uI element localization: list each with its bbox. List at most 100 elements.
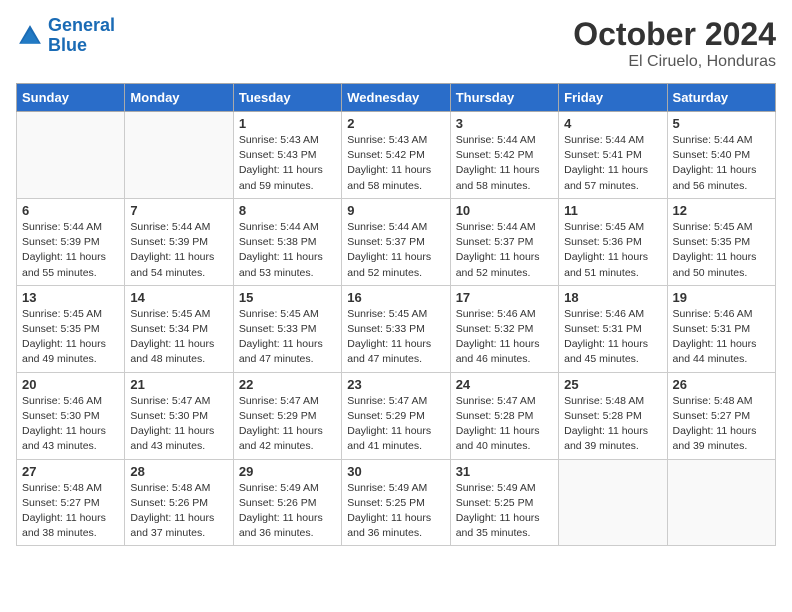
day-number: 1 <box>239 116 336 131</box>
calendar-day-cell: 25 Sunrise: 5:48 AMSunset: 5:28 PMDayligh… <box>559 372 667 459</box>
day-number: 10 <box>456 203 553 218</box>
day-info: Sunrise: 5:44 AMSunset: 5:37 PMDaylight:… <box>347 220 444 281</box>
day-info: Sunrise: 5:47 AMSunset: 5:29 PMDaylight:… <box>347 394 444 455</box>
day-number: 14 <box>130 290 227 305</box>
day-number: 5 <box>673 116 770 131</box>
calendar-day-cell: 17 Sunrise: 5:46 AMSunset: 5:32 PMDayligh… <box>450 285 558 372</box>
day-number: 23 <box>347 377 444 392</box>
calendar-day-cell: 6 Sunrise: 5:44 AMSunset: 5:39 PMDaylight… <box>17 198 125 285</box>
page-header: General Blue October 2024 El Ciruelo, Ho… <box>16 16 776 71</box>
day-info: Sunrise: 5:47 AMSunset: 5:29 PMDaylight:… <box>239 394 336 455</box>
day-info: Sunrise: 5:49 AMSunset: 5:25 PMDaylight:… <box>456 481 553 542</box>
day-info: Sunrise: 5:48 AMSunset: 5:27 PMDaylight:… <box>22 481 119 542</box>
calendar-day-cell: 24Sunrise: 5:47 AMSunset: 5:28 PMDayligh… <box>450 372 558 459</box>
logo-text: General Blue <box>48 16 115 56</box>
calendar-day-cell: 14 Sunrise: 5:45 AMSunset: 5:34 PMDayligh… <box>125 285 233 372</box>
day-info: Sunrise: 5:45 AMSunset: 5:33 PMDaylight:… <box>239 307 336 368</box>
calendar-day-cell: 28Sunrise: 5:48 AMSunset: 5:26 PMDayligh… <box>125 459 233 546</box>
calendar-day-cell: 12Sunrise: 5:45 AMSunset: 5:35 PMDayligh… <box>667 198 775 285</box>
calendar-day-cell: 8 Sunrise: 5:44 AMSunset: 5:38 PMDaylight… <box>233 198 341 285</box>
calendar-day-cell: 18 Sunrise: 5:46 AMSunset: 5:31 PMDayligh… <box>559 285 667 372</box>
day-number: 30 <box>347 464 444 479</box>
day-number: 24 <box>456 377 553 392</box>
calendar-day-cell: 9Sunrise: 5:44 AMSunset: 5:37 PMDaylight… <box>342 198 450 285</box>
day-info: Sunrise: 5:44 AMSunset: 5:40 PMDaylight:… <box>673 133 770 194</box>
day-info: Sunrise: 5:46 AMSunset: 5:32 PMDaylight:… <box>456 307 553 368</box>
logo-line1: General <box>48 15 115 35</box>
day-info: Sunrise: 5:46 AMSunset: 5:31 PMDaylight:… <box>673 307 770 368</box>
day-of-week-header: Friday <box>559 84 667 112</box>
calendar-day-cell <box>559 459 667 546</box>
calendar-day-cell <box>17 112 125 199</box>
calendar-day-cell: 23 Sunrise: 5:47 AMSunset: 5:29 PMDayligh… <box>342 372 450 459</box>
logo-line2: Blue <box>48 35 87 55</box>
day-number: 13 <box>22 290 119 305</box>
calendar-day-cell: 22 Sunrise: 5:47 AMSunset: 5:29 PMDayligh… <box>233 372 341 459</box>
day-number: 31 <box>456 464 553 479</box>
calendar-day-cell <box>125 112 233 199</box>
calendar-day-cell: 29 Sunrise: 5:49 AMSunset: 5:26 PMDayligh… <box>233 459 341 546</box>
calendar-day-cell: 2Sunrise: 5:43 AMSunset: 5:42 PMDaylight… <box>342 112 450 199</box>
day-number: 22 <box>239 377 336 392</box>
calendar-body: 1 Sunrise: 5:43 AMSunset: 5:43 PMDaylight… <box>17 112 776 546</box>
calendar-day-cell: 5 Sunrise: 5:44 AMSunset: 5:40 PMDaylight… <box>667 112 775 199</box>
calendar-day-cell: 3 Sunrise: 5:44 AMSunset: 5:42 PMDaylight… <box>450 112 558 199</box>
calendar-day-cell: 31 Sunrise: 5:49 AMSunset: 5:25 PMDayligh… <box>450 459 558 546</box>
calendar-week-row: 1 Sunrise: 5:43 AMSunset: 5:43 PMDaylight… <box>17 112 776 199</box>
day-number: 28 <box>130 464 227 479</box>
day-info: Sunrise: 5:45 AMSunset: 5:34 PMDaylight:… <box>130 307 227 368</box>
logo-icon <box>16 22 44 50</box>
day-info: Sunrise: 5:43 AMSunset: 5:42 PMDaylight:… <box>347 133 444 194</box>
day-info: Sunrise: 5:45 AMSunset: 5:35 PMDaylight:… <box>673 220 770 281</box>
calendar-day-cell: 30 Sunrise: 5:49 AMSunset: 5:25 PMDayligh… <box>342 459 450 546</box>
day-number: 3 <box>456 116 553 131</box>
day-info: Sunrise: 5:44 AMSunset: 5:39 PMDaylight:… <box>22 220 119 281</box>
day-of-week-header: Tuesday <box>233 84 341 112</box>
day-number: 25 <box>564 377 661 392</box>
day-number: 19 <box>673 290 770 305</box>
calendar-day-cell: 15 Sunrise: 5:45 AMSunset: 5:33 PMDayligh… <box>233 285 341 372</box>
month-title: October 2024 <box>573 16 776 53</box>
day-info: Sunrise: 5:44 AMSunset: 5:41 PMDaylight:… <box>564 133 661 194</box>
day-number: 20 <box>22 377 119 392</box>
day-of-week-header: Wednesday <box>342 84 450 112</box>
day-of-week-header: Monday <box>125 84 233 112</box>
day-number: 4 <box>564 116 661 131</box>
day-info: Sunrise: 5:44 AMSunset: 5:37 PMDaylight:… <box>456 220 553 281</box>
location: El Ciruelo, Honduras <box>573 53 776 71</box>
calendar-day-cell: 19 Sunrise: 5:46 AMSunset: 5:31 PMDayligh… <box>667 285 775 372</box>
calendar-day-cell: 26 Sunrise: 5:48 AMSunset: 5:27 PMDayligh… <box>667 372 775 459</box>
day-number: 29 <box>239 464 336 479</box>
day-number: 27 <box>22 464 119 479</box>
calendar-week-row: 13Sunrise: 5:45 AMSunset: 5:35 PMDayligh… <box>17 285 776 372</box>
day-info: Sunrise: 5:49 AMSunset: 5:25 PMDaylight:… <box>347 481 444 542</box>
day-number: 17 <box>456 290 553 305</box>
day-info: Sunrise: 5:46 AMSunset: 5:31 PMDaylight:… <box>564 307 661 368</box>
day-number: 8 <box>239 203 336 218</box>
day-number: 6 <box>22 203 119 218</box>
day-info: Sunrise: 5:45 AMSunset: 5:33 PMDaylight:… <box>347 307 444 368</box>
calendar-day-cell: 13Sunrise: 5:45 AMSunset: 5:35 PMDayligh… <box>17 285 125 372</box>
day-number: 26 <box>673 377 770 392</box>
day-info: Sunrise: 5:48 AMSunset: 5:28 PMDaylight:… <box>564 394 661 455</box>
day-number: 15 <box>239 290 336 305</box>
day-number: 16 <box>347 290 444 305</box>
day-info: Sunrise: 5:44 AMSunset: 5:38 PMDaylight:… <box>239 220 336 281</box>
calendar-day-cell: 21Sunrise: 5:47 AMSunset: 5:30 PMDayligh… <box>125 372 233 459</box>
day-info: Sunrise: 5:48 AMSunset: 5:27 PMDaylight:… <box>673 394 770 455</box>
day-number: 21 <box>130 377 227 392</box>
calendar-week-row: 6 Sunrise: 5:44 AMSunset: 5:39 PMDaylight… <box>17 198 776 285</box>
day-info: Sunrise: 5:43 AMSunset: 5:43 PMDaylight:… <box>239 133 336 194</box>
calendar-day-cell: 27 Sunrise: 5:48 AMSunset: 5:27 PMDayligh… <box>17 459 125 546</box>
calendar-day-cell: 4 Sunrise: 5:44 AMSunset: 5:41 PMDaylight… <box>559 112 667 199</box>
day-info: Sunrise: 5:49 AMSunset: 5:26 PMDaylight:… <box>239 481 336 542</box>
calendar-week-row: 27 Sunrise: 5:48 AMSunset: 5:27 PMDayligh… <box>17 459 776 546</box>
calendar-day-cell: 20Sunrise: 5:46 AMSunset: 5:30 PMDayligh… <box>17 372 125 459</box>
logo: General Blue <box>16 16 115 56</box>
day-info: Sunrise: 5:44 AMSunset: 5:42 PMDaylight:… <box>456 133 553 194</box>
calendar-table: SundayMondayTuesdayWednesdayThursdayFrid… <box>16 83 776 546</box>
day-number: 18 <box>564 290 661 305</box>
calendar-day-cell: 1 Sunrise: 5:43 AMSunset: 5:43 PMDaylight… <box>233 112 341 199</box>
day-of-week-header: Thursday <box>450 84 558 112</box>
title-block: October 2024 El Ciruelo, Honduras <box>573 16 776 71</box>
